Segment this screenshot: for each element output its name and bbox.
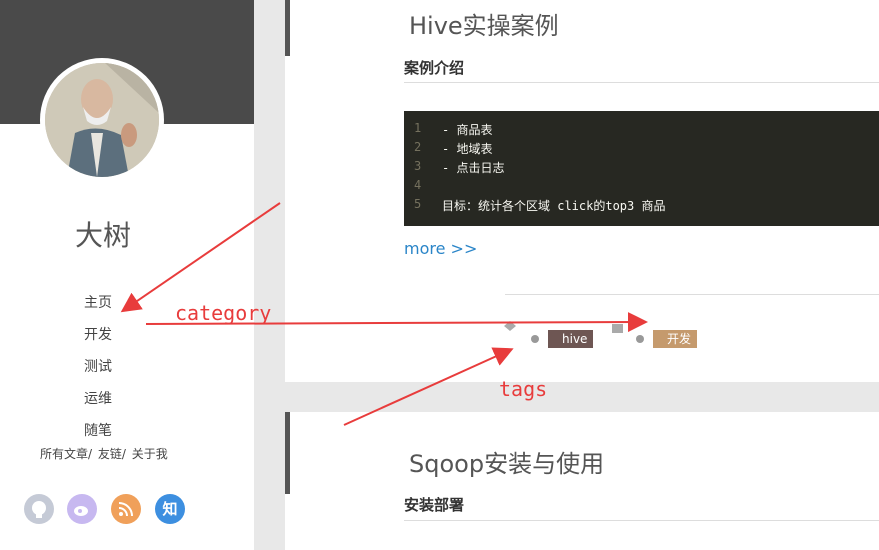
arrow-to-nav [120, 202, 281, 313]
arrow-to-tags [343, 347, 514, 426]
annotation-arrows [120, 202, 648, 426]
annotation-category: category [175, 301, 272, 325]
annotation-tags: tags [499, 377, 548, 401]
